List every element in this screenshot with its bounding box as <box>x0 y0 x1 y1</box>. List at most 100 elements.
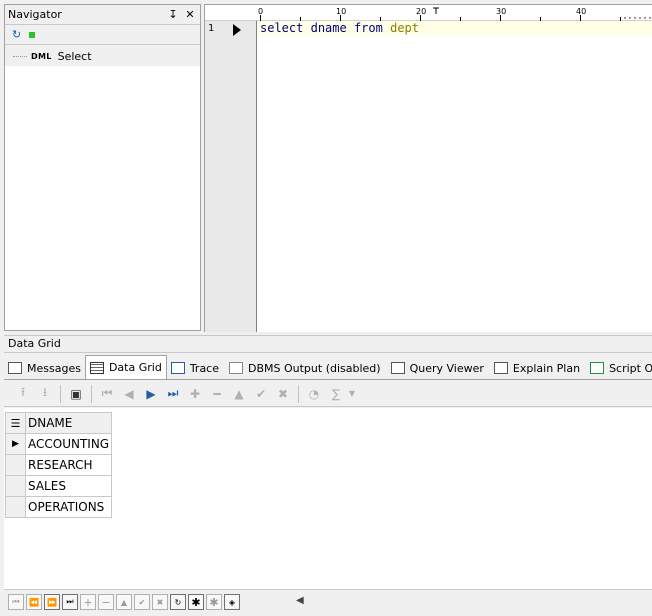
tab-label: Messages <box>27 361 81 375</box>
navigator-header: Navigator ↧ ✕ <box>5 5 200 25</box>
nav-first-icon[interactable]: ⏮ <box>8 594 24 610</box>
row-indicator[interactable] <box>5 475 26 497</box>
scroll-left-icon[interactable]: ◀ <box>296 595 304 606</box>
nav-next-page-icon[interactable]: ⏩ <box>44 594 60 610</box>
tab-label: Data Grid <box>108 361 162 374</box>
nav-last-icon[interactable]: ⏭ <box>62 594 78 610</box>
last-record-icon[interactable]: ⏭ <box>162 384 184 404</box>
tab-label: Explain Plan <box>512 361 581 375</box>
close-icon[interactable]: ✕ <box>183 8 197 22</box>
edit-record-icon[interactable]: ▲ <box>228 384 250 404</box>
nav-refresh-icon[interactable]: ↻ <box>170 594 186 610</box>
green-square-icon[interactable] <box>29 31 36 38</box>
table-row[interactable]: ▶ ACCOUNTING <box>5 433 113 455</box>
tab-label: Script Output <box>609 361 652 375</box>
data-grid: ☰ DNAME ▶ ACCOUNTING RESEARCH SALES OPER… <box>4 408 652 590</box>
next-record-icon[interactable]: ▶ <box>140 384 162 404</box>
code-keyword: select <box>260 21 304 35</box>
navigator-title: Navigator <box>8 8 62 21</box>
first-record-icon[interactable]: ⏮ <box>96 384 118 404</box>
code-keyword: from <box>353 21 383 35</box>
plan-icon <box>493 362 508 374</box>
tab-explain-plan[interactable]: Explain Plan <box>490 357 584 379</box>
script-icon <box>590 362 605 374</box>
trace-icon <box>170 362 185 374</box>
sql-editor[interactable]: 0 10 20 30 40 1 select dname from dept <box>204 4 652 332</box>
pin-icon[interactable]: ↧ <box>166 8 180 22</box>
sum-icon[interactable]: ∑ <box>325 384 347 404</box>
results-table: ☰ DNAME ▶ ACCOUNTING RESEARCH SALES OPER… <box>5 412 113 518</box>
code-column: dname <box>310 21 347 35</box>
nav-filter-icon[interactable]: ✱ <box>206 594 222 610</box>
tree-item-select[interactable]: DML Select <box>5 46 200 66</box>
ruler-tick-40: 40 <box>576 7 586 16</box>
ruler-tick-10: 10 <box>336 7 346 16</box>
row-indicator[interactable] <box>5 496 26 518</box>
dbms-icon <box>229 362 243 374</box>
cancel-edit-icon[interactable]: ✖ <box>272 384 294 404</box>
prior-record-icon[interactable]: ◀ <box>118 384 140 404</box>
nav-asterisk-icon[interactable]: ✱ <box>188 594 204 610</box>
nav-post-icon[interactable]: ✔ <box>134 594 150 610</box>
tab-label: Query Viewer <box>409 361 484 375</box>
grid-toolbar: ⭱ ⭳ ▣ ⏮ ◀ ▶ ⏭ ✚ ━ ▲ ✔ ✖ ◔ ∑ ▼ <box>4 381 652 407</box>
tab-script-output[interactable]: Script Output <box>586 357 652 379</box>
data-grid-section-title: Data Grid <box>4 335 652 353</box>
post-edit-icon[interactable]: ✔ <box>250 384 272 404</box>
export-icon[interactable]: ⭱ <box>12 384 34 404</box>
code-table: dept <box>390 21 419 35</box>
table-cell[interactable]: ACCOUNTING <box>24 433 113 455</box>
tab-messages[interactable]: Messages <box>4 357 85 379</box>
toolbar-separator <box>60 384 61 403</box>
column-header-dname[interactable]: DNAME <box>24 412 113 434</box>
document-icon <box>390 362 405 374</box>
commit-icon[interactable]: ◔ <box>303 384 325 404</box>
table-row[interactable]: SALES <box>5 475 113 497</box>
table-header-row: ☰ DNAME <box>5 412 113 434</box>
dml-icon: DML <box>31 51 52 61</box>
tab-query-viewer[interactable]: Query Viewer <box>387 357 488 379</box>
grid-icon <box>89 361 104 374</box>
ruler-tick-20: 20 <box>416 7 426 16</box>
row-indicator[interactable] <box>5 454 26 476</box>
toolbar-separator <box>91 384 92 403</box>
tab-data-grid[interactable]: Data Grid <box>84 355 167 379</box>
table-row[interactable]: RESEARCH <box>5 454 113 476</box>
tab-label: Trace <box>189 361 219 375</box>
table-row[interactable]: OPERATIONS <box>5 496 113 518</box>
tab-dbms-output[interactable]: DBMS Output (disabled) <box>225 357 385 379</box>
nav-bookmark-icon[interactable]: ◈ <box>224 594 240 610</box>
navigator-toolbar: ↻ <box>5 25 200 45</box>
editor-gutter: 1 <box>205 21 257 332</box>
table-cell[interactable]: SALES <box>24 475 113 497</box>
insert-record-icon[interactable]: ✚ <box>184 384 206 404</box>
tab-trace[interactable]: Trace <box>167 357 223 379</box>
ruler-graphic: 0 10 20 30 40 <box>258 7 651 21</box>
grid-navigator-bar: ⏮ ⏪ ⏩ ⏭ + − ▲ ✔ ✖ ↻ ✱ ✱ ◈ ◀ <box>4 592 652 612</box>
nav-delete-icon[interactable]: − <box>98 594 114 610</box>
nav-insert-icon[interactable]: + <box>80 594 96 610</box>
nav-cancel-icon[interactable]: ✖ <box>152 594 168 610</box>
toolbar-separator <box>298 384 299 403</box>
code-line-1[interactable]: select dname from dept <box>258 21 652 35</box>
output-tabs: Messages Data Grid Trace DBMS Output (di… <box>4 355 652 380</box>
ruler-tick-0: 0 <box>258 7 263 16</box>
table-cell[interactable]: OPERATIONS <box>24 496 113 518</box>
nav-edit-icon[interactable]: ▲ <box>116 594 132 610</box>
binoculars-icon[interactable]: ▣ <box>65 384 87 404</box>
row-selector-header-icon[interactable]: ☰ <box>5 412 26 434</box>
table-cell[interactable]: RESEARCH <box>24 454 113 476</box>
nav-prior-page-icon[interactable]: ⏪ <box>26 594 42 610</box>
messages-icon <box>8 362 22 374</box>
dropdown-arrow-icon[interactable]: ▼ <box>347 384 357 404</box>
ruler-tick-30: 30 <box>496 7 506 16</box>
current-row-indicator-icon[interactable]: ▶ <box>5 433 26 455</box>
current-line-arrow-icon <box>233 24 241 36</box>
editor-ruler: 0 10 20 30 40 <box>205 5 652 21</box>
import-icon[interactable]: ⭳ <box>34 384 56 404</box>
tree-item-label: Select <box>57 49 92 63</box>
refresh-icon[interactable]: ↻ <box>12 28 21 41</box>
navigator-panel: Navigator ↧ ✕ ↻ DML Select <box>4 4 201 331</box>
navigator-tree: DML Select <box>5 46 200 330</box>
delete-record-icon[interactable]: ━ <box>206 384 228 404</box>
